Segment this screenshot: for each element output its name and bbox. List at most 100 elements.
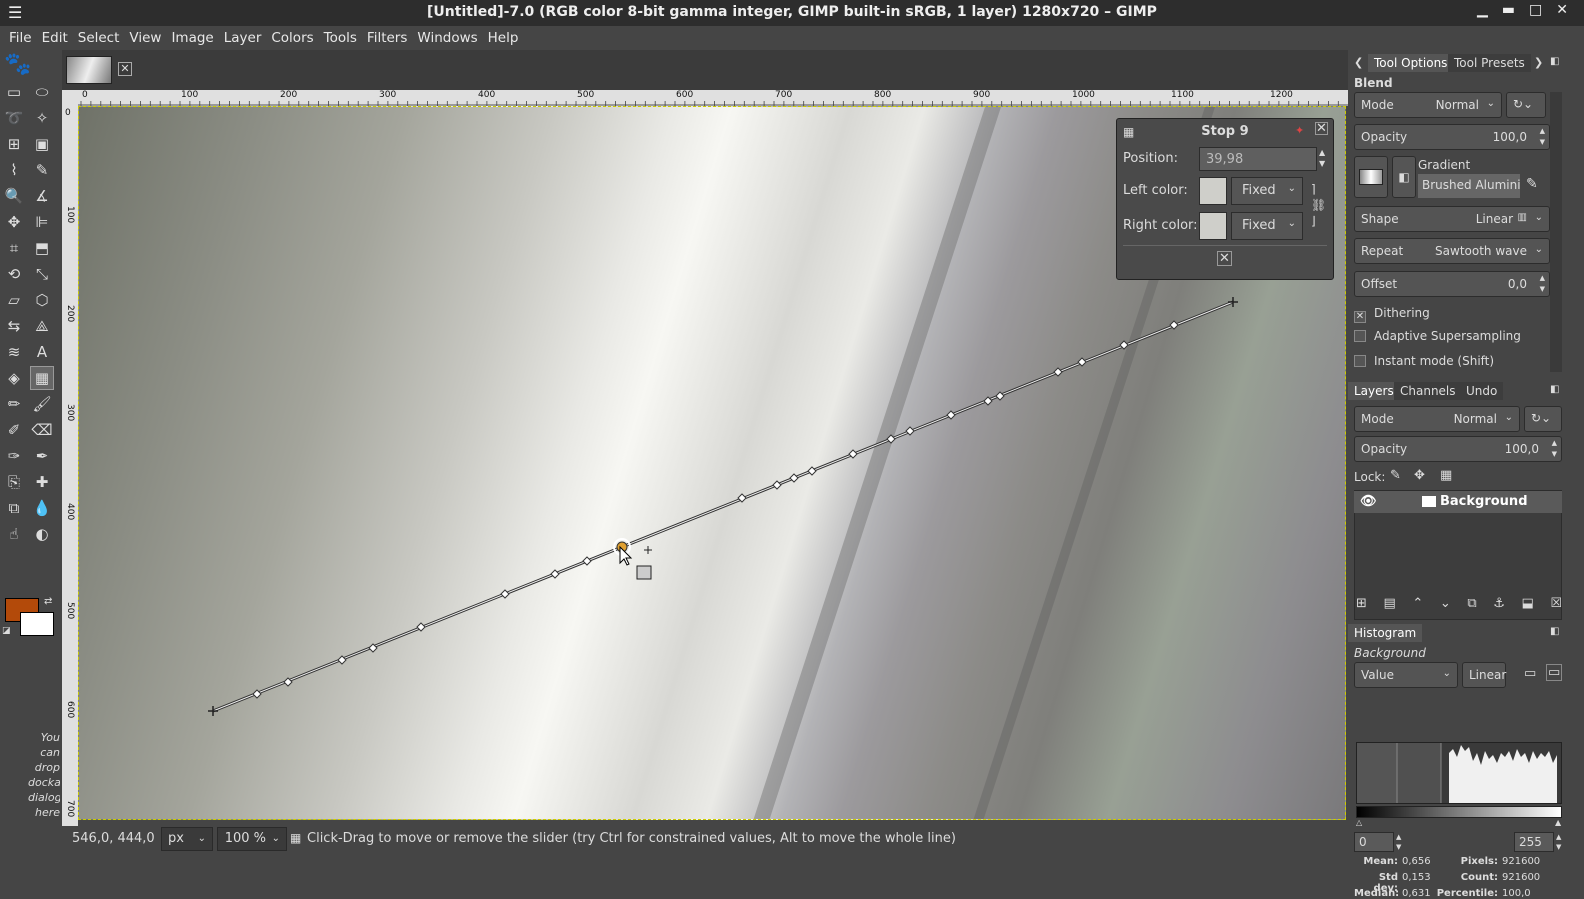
align-icon[interactable]: ⊫: [30, 210, 54, 234]
spinner-icon[interactable]: ▲ ▼: [1540, 273, 1545, 295]
scissors-icon[interactable]: ▣: [30, 132, 54, 156]
swap-colors-icon[interactable]: ⇄: [44, 596, 52, 607]
duplicate-layer-icon[interactable]: ⧉: [1467, 596, 1476, 614]
tool-options-scrollbar[interactable]: [1550, 92, 1562, 372]
shear-icon[interactable]: ▱: [2, 288, 26, 312]
lower-layer-icon[interactable]: ⌄: [1440, 596, 1451, 614]
menu-colors[interactable]: Colors: [266, 30, 318, 46]
pencil-icon[interactable]: ✏: [2, 392, 26, 416]
heal-icon[interactable]: ✚: [30, 470, 54, 494]
ink-icon[interactable]: ✒: [30, 444, 54, 468]
dodge-burn-icon[interactable]: ◐: [30, 522, 54, 546]
restore-icon[interactable]: ▬: [1502, 2, 1515, 18]
default-colors-icon[interactable]: ◪: [2, 626, 11, 636]
range-min-handle[interactable]: △: [1356, 818, 1362, 827]
flip-icon[interactable]: ⇆: [2, 314, 26, 338]
blur-icon[interactable]: 💧: [30, 496, 54, 520]
measure-icon[interactable]: ∡: [30, 184, 54, 208]
new-layer-icon[interactable]: ⊞: [1356, 596, 1367, 614]
rect-select-icon[interactable]: ▭: [2, 80, 26, 104]
instant-mode-checkbox[interactable]: Instant mode (Shift): [1354, 354, 1494, 368]
dock-menu-icon[interactable]: ◧: [1550, 56, 1559, 67]
shape-select[interactable]: Shape Linear ▥ ⌄: [1354, 206, 1550, 232]
dock-menu-icon[interactable]: ◧: [1550, 626, 1559, 637]
gradient-preview-button[interactable]: [1354, 156, 1388, 198]
range-max-input[interactable]: 255: [1514, 832, 1554, 852]
spinner-icon[interactable]: ▲ ▼: [1396, 832, 1401, 852]
linear-histogram-icon[interactable]: ▭: [1524, 666, 1536, 681]
raise-layer-icon[interactable]: ⌃: [1412, 596, 1423, 614]
position-spinner[interactable]: ▲ ▼: [1319, 147, 1325, 169]
rotate-icon[interactable]: ⟲: [2, 262, 26, 286]
menu-image[interactable]: Image: [166, 30, 218, 46]
clone-icon[interactable]: ⎘: [2, 470, 26, 494]
reverse-gradient-button[interactable]: ◧: [1392, 156, 1416, 198]
lasso-icon[interactable]: ➰: [2, 106, 26, 130]
opacity-slider[interactable]: Opacity 100,0 ▲ ▼: [1354, 124, 1550, 150]
range-max-handle[interactable]: ▲: [1555, 818, 1561, 827]
crop-icon[interactable]: ⌗: [2, 236, 26, 260]
pin-icon[interactable]: ✦: [1295, 124, 1304, 137]
warp-icon[interactable]: ≋: [2, 340, 26, 364]
layer-row-background[interactable]: 👁 Background: [1354, 491, 1562, 513]
minimize-icon[interactable]: ▁: [1477, 2, 1488, 18]
mypaint-brush-icon[interactable]: ✐: [2, 418, 26, 442]
menu-edit[interactable]: Edit: [37, 30, 73, 46]
tab-tool-options[interactable]: Tool Options: [1368, 54, 1454, 72]
tab-histogram[interactable]: Histogram: [1348, 624, 1423, 642]
dock-menu-icon[interactable]: ◧: [1550, 384, 1559, 395]
close-image-icon[interactable]: ✕: [118, 62, 132, 76]
layer-mode-reset-button[interactable]: ↻⌄: [1524, 406, 1562, 432]
position-input[interactable]: 39,98: [1199, 147, 1317, 171]
layer-opacity-slider[interactable]: Opacity 100,0 ▲ ▼: [1354, 436, 1562, 462]
perspective-clone-icon[interactable]: ⧉: [2, 496, 26, 520]
spinner-icon[interactable]: ▲ ▼: [1556, 832, 1561, 852]
merge-layer-icon[interactable]: ⬓: [1521, 596, 1533, 614]
vertical-ruler[interactable]: 0 100 200 300 400 500 600 700: [62, 90, 78, 826]
image-thumbnail[interactable]: [66, 56, 112, 84]
menu-file[interactable]: File: [4, 30, 37, 46]
cage-transform-icon[interactable]: ⟁: [30, 314, 54, 338]
tab-layers[interactable]: Layers: [1348, 382, 1400, 400]
tab-tool-presets[interactable]: Tool Presets: [1448, 54, 1531, 72]
layer-mode-select[interactable]: Mode Normal ⌄: [1354, 406, 1520, 432]
menu-layer[interactable]: Layer: [219, 30, 267, 46]
new-layer-group-icon[interactable]: ▤: [1383, 596, 1395, 614]
supersampling-checkbox[interactable]: Adaptive Supersampling: [1354, 329, 1521, 343]
menu-select[interactable]: Select: [73, 30, 125, 46]
ellipse-select-icon[interactable]: ⬭: [30, 80, 54, 104]
blend-mode-select[interactable]: Mode Normal ⌄: [1354, 92, 1502, 118]
menu-tools[interactable]: Tools: [319, 30, 362, 46]
unified-transform-icon[interactable]: ⬒: [30, 236, 54, 260]
fuzzy-select-icon[interactable]: ✧: [30, 106, 54, 130]
spinner-icon[interactable]: ▲ ▼: [1540, 126, 1545, 148]
left-color-swatch[interactable]: [1199, 177, 1227, 205]
lock-position-icon[interactable]: ✥: [1414, 468, 1425, 483]
paintbrush-icon[interactable]: 🖌: [30, 392, 54, 416]
delete-stop-icon[interactable]: ✕: [1217, 251, 1232, 266]
histogram-graph[interactable]: [1356, 742, 1562, 804]
horizontal-ruler[interactable]: 0 100 200 300 400 500 600 700 800 900 10…: [78, 90, 1348, 106]
gradient-name[interactable]: Brushed Alumini: [1418, 174, 1520, 198]
unit-select[interactable]: px ⌄: [161, 827, 213, 851]
range-min-input[interactable]: 0: [1354, 832, 1394, 852]
menu-windows[interactable]: Windows: [412, 30, 482, 46]
mode-reset-button[interactable]: ↻⌄: [1506, 92, 1546, 118]
delete-layer-icon[interactable]: ☒: [1550, 596, 1562, 614]
eraser-icon[interactable]: ⌫: [30, 418, 54, 442]
chevron-right-icon[interactable]: ❯: [1534, 56, 1543, 69]
background-color-swatch[interactable]: [20, 612, 54, 636]
tab-channels[interactable]: Channels: [1394, 382, 1462, 400]
menu-filters[interactable]: Filters: [362, 30, 412, 46]
lock-pixels-icon[interactable]: ✎: [1390, 468, 1401, 483]
spinner-icon[interactable]: ▲ ▼: [1552, 438, 1557, 460]
maximize-icon[interactable]: □: [1529, 2, 1542, 18]
zoom-select[interactable]: 100 % ⌄: [217, 827, 287, 851]
anchor-icon[interactable]: ⚓: [1493, 596, 1505, 614]
offset-slider[interactable]: Offset 0,0 ▲ ▼: [1354, 271, 1550, 297]
tab-undo[interactable]: Undo: [1460, 382, 1504, 400]
scale-icon[interactable]: ⤡: [30, 262, 54, 286]
chain-link-icon[interactable]: ⌉ ⛓ ⌋: [1311, 181, 1326, 229]
repeat-select[interactable]: Repeat Sawtooth wave ⌄: [1354, 238, 1550, 264]
bucket-fill-icon[interactable]: ◈: [2, 366, 26, 390]
